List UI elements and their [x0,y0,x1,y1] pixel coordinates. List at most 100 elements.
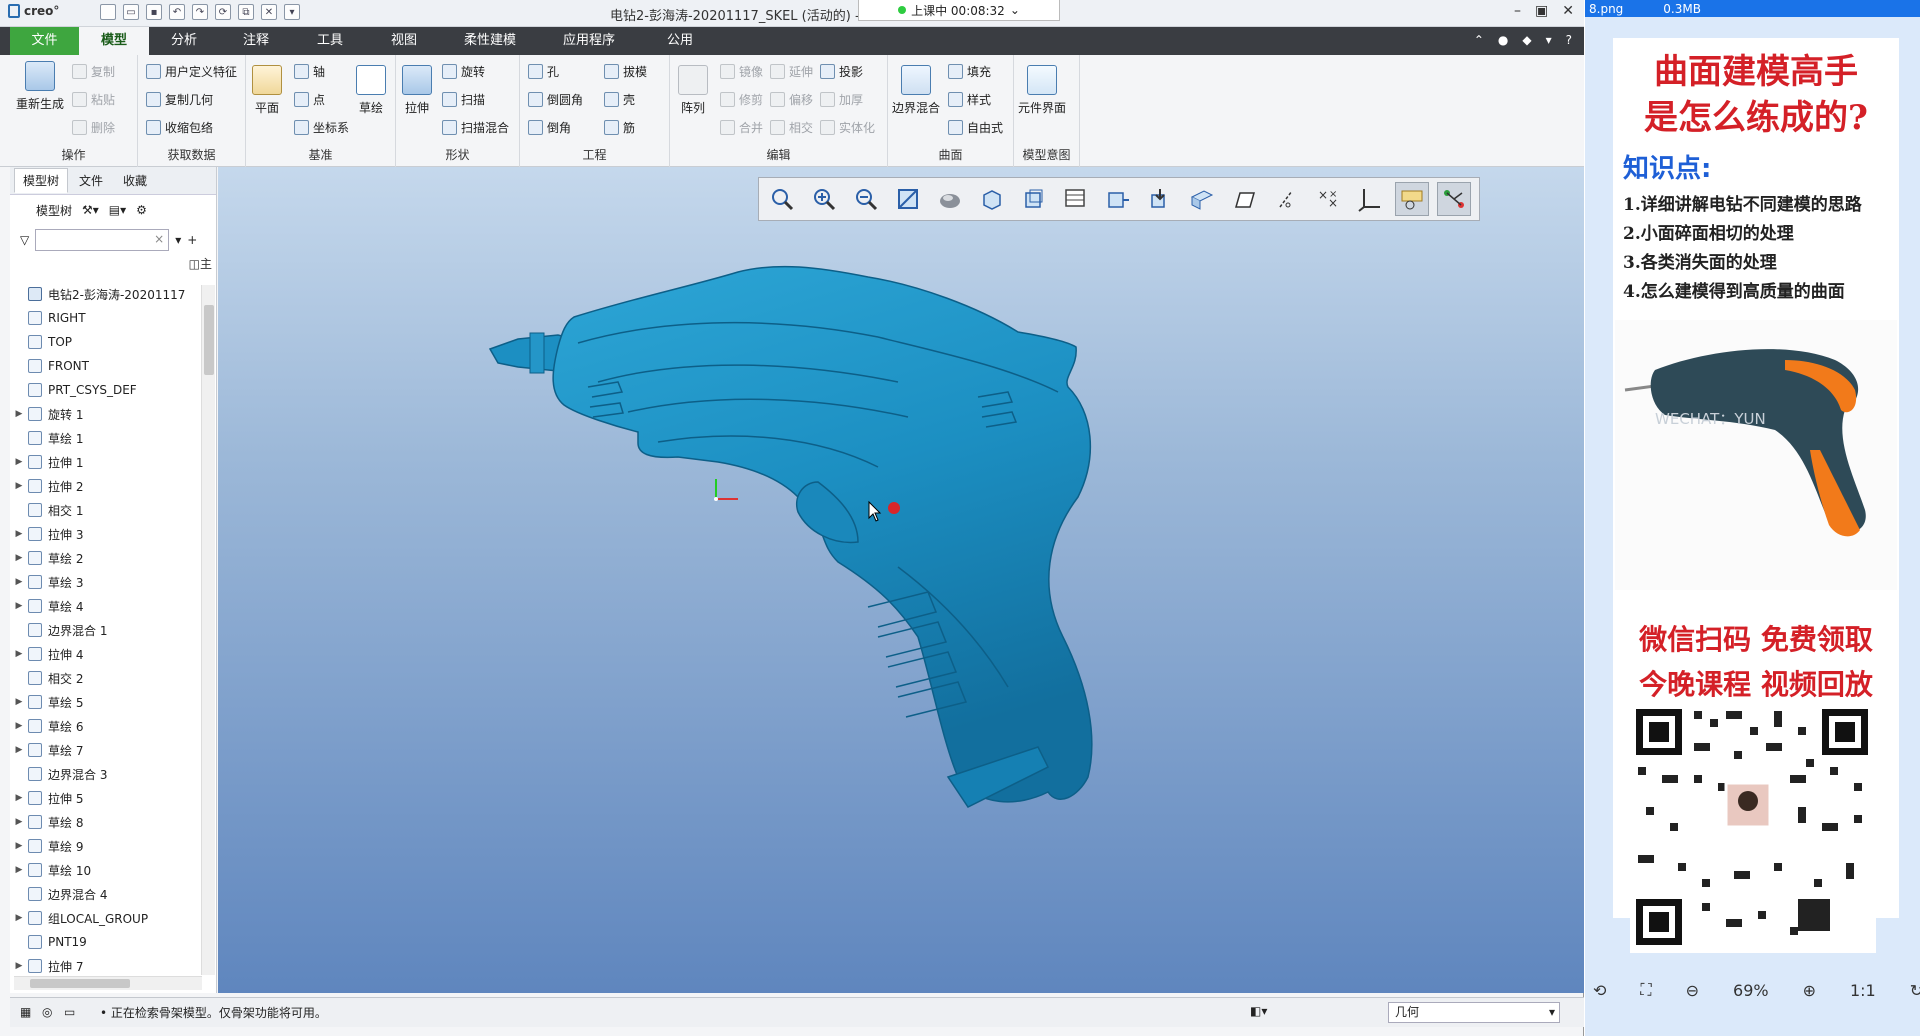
group-label-shapes[interactable]: 形状 [396,146,519,163]
regenerate-icon[interactable]: ⟳ [215,4,231,20]
windows-icon[interactable]: ⧉ [238,4,254,20]
tree-item[interactable]: ▶ 草绘 8 [10,810,200,834]
zoom-in-icon[interactable] [807,182,841,216]
tab-applications[interactable]: 应用程序 [550,27,628,55]
close-icon[interactable]: ✕ [1562,3,1574,19]
paste-button[interactable]: 粘贴 [72,91,115,108]
save-icon[interactable]: ▪ [146,4,162,20]
swept-blend-button[interactable]: 扫描混合 [442,119,509,136]
tab-favorites[interactable]: 收藏 [114,168,156,193]
tree-item[interactable]: PNT19 [10,930,200,954]
sketch-button[interactable]: 草绘 [356,65,386,116]
style-button[interactable]: 样式 [948,91,991,108]
point-display-icon[interactable]: × × × [1311,182,1345,216]
display-style-icon[interactable] [933,182,967,216]
tree-item[interactable]: ▶ 拉伸 1 [10,450,200,474]
tree-item[interactable]: RIGHT [10,306,200,330]
expand-icon[interactable]: ▶ [10,409,28,419]
expand-icon[interactable]: ▶ [10,817,28,827]
fill-button[interactable]: 填充 [948,63,991,80]
csys-display-icon[interactable] [1353,182,1387,216]
expand-icon[interactable]: ▶ [10,457,28,467]
rotate-icon[interactable]: ⟲ [1593,981,1606,1000]
fit-screen-icon[interactable]: ⛶ [1640,980,1651,1000]
qat-menu-icon[interactable]: ▾ [284,4,300,20]
tree-item[interactable]: 边界混合 3 [10,762,200,786]
expand-icon[interactable]: ▶ [10,649,28,659]
tree-item[interactable]: ▶ 拉伸 5 [10,786,200,810]
group-label-operation[interactable]: 操作 [10,146,137,163]
intersect-button[interactable]: 相交 [770,119,813,136]
tree-item[interactable]: PRT_CSYS_DEF [10,378,200,402]
plane-button[interactable]: 平面 [252,65,282,116]
draft-button[interactable]: 拔模 [604,63,647,80]
drill-model[interactable] [218,167,1584,993]
project-button[interactable]: 投影 [820,63,863,80]
component-interface-button[interactable]: 元件界面 [1018,65,1066,116]
tree-columns-icon[interactable]: ▤▾ [109,203,126,217]
regenerate-button[interactable]: 重新生成 [16,61,64,112]
redo-icon[interactable]: ↷ [192,4,208,20]
merge-button[interactable]: 合并 [720,119,763,136]
extrude-button[interactable]: 拉伸 [402,65,432,116]
maximize-icon[interactable]: ▣ [1535,3,1548,19]
tree-item[interactable]: ▶ 拉伸 7 [10,954,200,978]
expand-icon[interactable]: ▶ [10,745,28,755]
tree-vertical-scrollbar[interactable] [201,285,215,975]
group-label-surface[interactable]: 曲面 [888,146,1013,163]
tree-settings-icon[interactable]: ⚒▾ [82,203,99,217]
recording-indicator[interactable]: 上课中 00:08:32 ⌄ [858,0,1060,21]
plane-display-icon[interactable] [1227,182,1261,216]
tree-item[interactable]: ▶ 草绘 6 [10,714,200,738]
view-normal-icon[interactable] [1017,182,1051,216]
scrollbar-thumb[interactable] [30,979,130,988]
tree-item[interactable]: ▶ 草绘 4 [10,594,200,618]
trim-button[interactable]: 修剪 [720,91,763,108]
expand-icon[interactable]: ▶ [10,481,28,491]
notification-icon[interactable]: ● [1498,33,1508,47]
round-button[interactable]: 倒圆角 [528,91,583,108]
group-label-get-data[interactable]: 获取数据 [138,146,245,163]
tab-folder-browser[interactable]: 文件 [70,168,112,193]
show-navigator-icon[interactable]: ▦ [20,1005,31,1019]
view-orient-icon[interactable] [1395,182,1429,216]
selection-filter-icon[interactable]: ◧▾ [1250,1004,1267,1018]
graphics-area[interactable]: × × × [218,167,1584,993]
user-defined-feature-button[interactable]: 用户定义特征 [146,63,237,80]
spin-center-icon[interactable] [1143,182,1177,216]
tree-item[interactable]: FRONT [10,354,200,378]
qr-code[interactable] [1630,703,1876,953]
expand-icon[interactable]: ▶ [10,961,28,971]
expand-icon[interactable]: ▶ [10,697,28,707]
tree-item[interactable]: ▶ 草绘 3 [10,570,200,594]
tab-model[interactable]: 模型 [79,27,149,55]
revolve-button[interactable]: 旋转 [442,63,485,80]
shrinkwrap-button[interactable]: 收缩包络 [146,119,213,136]
tab-utilities[interactable]: 公用 [648,27,712,55]
community-icon[interactable]: ◆ [1522,33,1531,47]
tree-filter-icon[interactable]: ⚙ [136,203,147,217]
delete-button[interactable]: 删除 [72,119,115,136]
search-options-icon[interactable]: ▾ [175,233,181,247]
chamfer-button[interactable]: 倒角 [528,119,571,136]
group-label-edit[interactable]: 编辑 [670,146,887,163]
tab-view[interactable]: 视图 [372,27,436,55]
tree-item[interactable]: ▶ 拉伸 3 [10,522,200,546]
show-browser-icon[interactable]: ◎ [42,1005,52,1019]
annotation-display-icon[interactable] [1185,182,1219,216]
expand-icon[interactable]: ▶ [10,721,28,731]
new-file-icon[interactable] [100,4,116,20]
copy-button[interactable]: 复制 [72,63,115,80]
tree-item[interactable]: ▶ 草绘 10 [10,858,200,882]
tree-item[interactable]: ▶ 旋转 1 [10,402,200,426]
solidify-button[interactable]: 实体化 [820,119,875,136]
full-screen-icon[interactable]: ▭ [64,1005,75,1019]
feature-display-icon[interactable] [1437,182,1471,216]
axis-display-icon[interactable] [1269,182,1303,216]
group-label-engineering[interactable]: 工程 [520,146,669,163]
add-icon[interactable]: + [187,233,197,247]
tree-item[interactable]: ▶ 草绘 2 [10,546,200,570]
tree-item[interactable]: ▶ 拉伸 2 [10,474,200,498]
tab-file[interactable]: 文件 [10,27,79,55]
zoom-fit-icon[interactable] [765,182,799,216]
